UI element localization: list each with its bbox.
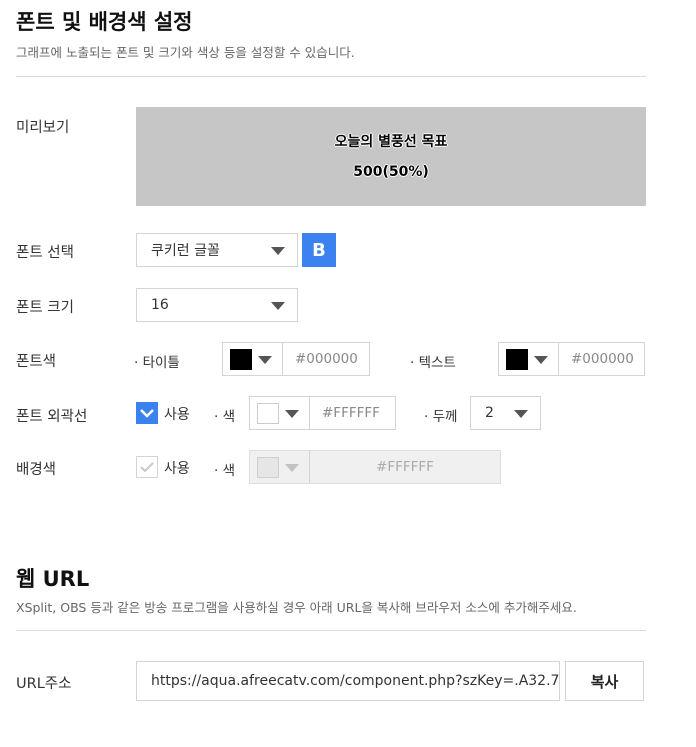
preview-value: 500(50%) xyxy=(353,163,429,180)
font-size-label: 폰트 크기 xyxy=(16,300,74,316)
section-subtitle-web-url: XSplit, OBS 등과 같은 방송 프로그램을 사용하실 경우 아래 UR… xyxy=(16,600,577,615)
copy-button[interactable]: 복사 xyxy=(565,661,644,701)
chevron-down-icon xyxy=(534,356,548,364)
background-color-swatch xyxy=(257,457,279,478)
outline-color-picker[interactable]: #FFFFFF xyxy=(249,396,396,430)
font-size-dropdown[interactable]: 16 xyxy=(136,288,298,322)
chevron-down-icon xyxy=(285,410,299,418)
title-color-swatch xyxy=(230,349,252,370)
section-subtitle-font: 그래프에 노출되는 폰트 및 크기와 색상 등을 설정할 수 있습니다. xyxy=(16,45,355,60)
outline-thickness-dropdown[interactable]: 2 xyxy=(470,396,541,430)
outline-use-label: 사용 xyxy=(164,407,190,423)
background-color-hex-input[interactable]: #FFFFFF xyxy=(310,451,500,483)
chevron-down-icon xyxy=(271,302,285,310)
font-select-label: 폰트 선택 xyxy=(16,245,74,261)
font-color-label: 폰트색 xyxy=(16,354,57,370)
outline-use-checkbox[interactable] xyxy=(136,402,158,424)
url-label: URL주소 xyxy=(16,676,72,692)
chevron-down-icon xyxy=(514,410,528,418)
background-label: 배경색 xyxy=(16,462,57,478)
outline-color-swatch xyxy=(257,403,279,424)
title-color-label: · 타이틀 xyxy=(134,355,180,371)
outline-thickness-value: 2 xyxy=(485,405,494,421)
preview-box: 오늘의 별풍선 목표 500(50%) xyxy=(136,107,646,206)
background-color-picker[interactable]: #FFFFFF xyxy=(249,450,501,484)
chevron-down-icon xyxy=(271,247,285,255)
outline-thickness-label: · 두께 xyxy=(424,409,458,425)
preview-label: 미리보기 xyxy=(16,120,70,136)
outline-color-hex-input[interactable]: #FFFFFF xyxy=(310,397,395,429)
text-color-hex-input[interactable]: #000000 xyxy=(559,343,644,375)
text-color-label: · 텍스트 xyxy=(410,355,456,371)
chevron-down-icon xyxy=(285,464,299,472)
title-color-picker[interactable]: #000000 xyxy=(222,342,370,376)
divider xyxy=(16,630,646,631)
section-title-web-url: 웹 URL xyxy=(16,567,90,591)
background-use-label: 사용 xyxy=(164,461,190,477)
text-color-picker[interactable]: #000000 xyxy=(498,342,645,376)
title-color-hex-input[interactable]: #000000 xyxy=(283,343,369,375)
font-size-value: 16 xyxy=(151,297,169,313)
chevron-down-icon xyxy=(258,356,272,364)
preview-title: 오늘의 별풍선 목표 xyxy=(334,133,448,150)
divider xyxy=(16,76,646,77)
outline-label: 폰트 외곽선 xyxy=(16,409,88,425)
font-select-value: 쿠키런 글꼴 xyxy=(151,243,220,259)
text-color-swatch xyxy=(506,349,528,370)
text-color-swatch-button[interactable] xyxy=(499,343,559,375)
background-color-label: · 색 xyxy=(214,463,236,479)
bold-toggle-button[interactable]: B xyxy=(302,233,336,267)
background-use-checkbox[interactable] xyxy=(136,456,158,478)
check-icon xyxy=(140,462,154,473)
section-title-font: 폰트 및 배경색 설정 xyxy=(16,10,193,34)
outline-color-swatch-button[interactable] xyxy=(250,397,310,429)
title-color-swatch-button[interactable] xyxy=(223,343,283,375)
font-select-dropdown[interactable]: 쿠키런 글꼴 xyxy=(136,233,298,267)
outline-color-label: · 색 xyxy=(214,409,236,425)
url-input[interactable]: https://aqua.afreecatv.com/component.php… xyxy=(136,661,560,701)
check-icon xyxy=(140,409,154,418)
background-color-swatch-button[interactable] xyxy=(250,451,310,483)
